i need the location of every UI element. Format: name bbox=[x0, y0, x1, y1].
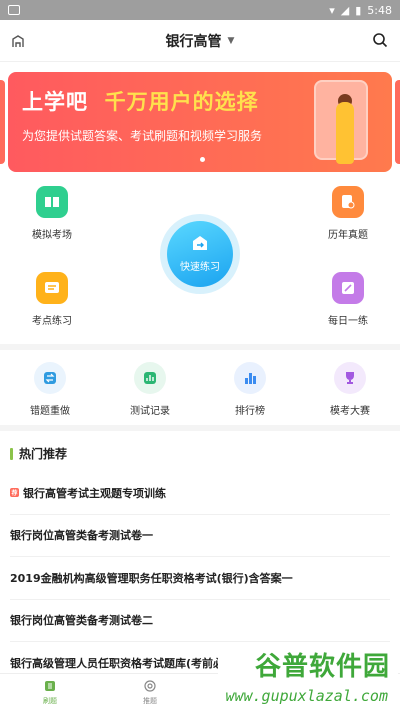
carousel-dot bbox=[200, 157, 205, 162]
watermark-url: www.gupuxlazal.com bbox=[225, 687, 388, 705]
signal-icon: ◢ bbox=[340, 3, 350, 17]
banner-next-edge bbox=[395, 80, 400, 164]
list-item-title: 银行岗位高管类备考测试卷二 bbox=[10, 614, 153, 628]
list-item-title: 银行岗位高管类备考测试卷一 bbox=[10, 529, 153, 543]
banner-prev-edge bbox=[0, 80, 5, 164]
banner-subtitle: 为您提供试题答案、考试刷题和视频学习服务 bbox=[22, 129, 263, 143]
hot-tag-icon: 荐 bbox=[10, 488, 19, 498]
list-icon bbox=[44, 680, 56, 694]
status-left bbox=[8, 5, 20, 15]
mock-exam-label: 模拟考场 bbox=[32, 230, 72, 241]
fast-practice-button[interactable]: 快速练习 bbox=[160, 214, 240, 294]
fast-practice-inner: 快速练习 bbox=[167, 221, 233, 287]
hot-section-title: 热门推荐 bbox=[19, 447, 68, 461]
book-icon bbox=[36, 186, 68, 218]
bar-ranking-icon bbox=[234, 362, 266, 394]
status-time: 5:48 bbox=[367, 3, 392, 17]
wrong-redo-label: 错题重做 bbox=[30, 406, 70, 417]
notification-icon bbox=[8, 5, 20, 15]
past-papers-label: 历年真题 bbox=[328, 230, 368, 241]
mock-contest-label: 模考大赛 bbox=[330, 406, 370, 417]
quick-entries: 模拟考场 历年真题 考点练习 每日一练 快速练习 bbox=[0, 184, 400, 344]
test-record-button[interactable]: 测试记录 bbox=[110, 362, 190, 417]
watermark-title: 谷普软件园 bbox=[254, 652, 390, 682]
tab-recommend[interactable]: 推题 bbox=[100, 674, 200, 711]
daily-practice-button[interactable]: 每日一练 bbox=[308, 272, 388, 327]
enter-icon bbox=[191, 235, 209, 254]
ranking-label: 排行榜 bbox=[235, 406, 265, 417]
target-icon bbox=[144, 679, 156, 694]
battery-icon: ▮ bbox=[355, 3, 362, 17]
list-item[interactable]: 2019金融机构高级管理职务任职资格考试(银行)含答案一 bbox=[10, 557, 390, 600]
topic-practice-label: 考点练习 bbox=[32, 316, 72, 327]
test-record-label: 测试记录 bbox=[130, 406, 170, 417]
section-accent-bar bbox=[10, 447, 13, 460]
tab-practice[interactable]: 刷题 bbox=[0, 674, 100, 711]
switch-exam-icon[interactable] bbox=[10, 33, 26, 53]
tab-practice-label: 刷题 bbox=[43, 696, 57, 705]
page-title: 银行高管 bbox=[165, 33, 222, 50]
hot-section-header: 热门推荐 bbox=[0, 431, 400, 472]
banner-carousel[interactable]: 上学吧 千万用户的选择 为您提供试题答案、考试刷题和视频学习服务 bbox=[0, 72, 400, 172]
mock-contest-button[interactable]: 模考大赛 bbox=[310, 362, 390, 417]
banner-slide[interactable]: 上学吧 千万用户的选择 为您提供试题答案、考试刷题和视频学习服务 bbox=[8, 72, 392, 172]
mock-exam-button[interactable]: 模拟考场 bbox=[12, 186, 92, 241]
search-icon[interactable] bbox=[372, 32, 388, 52]
banner-headline: 上学吧 千万用户的选择 bbox=[22, 90, 259, 114]
paper-clock-icon bbox=[332, 186, 364, 218]
past-papers-button[interactable]: 历年真题 bbox=[308, 186, 388, 241]
fast-practice-label: 快速练习 bbox=[180, 262, 220, 273]
topic-practice-button[interactable]: 考点练习 bbox=[12, 272, 92, 327]
status-bar: ▾ ◢ ▮ 5:48 bbox=[0, 0, 400, 20]
chart-icon bbox=[134, 362, 166, 394]
list-item-title: 银行高级管理人员任职资格考试题库(考前必做)5 bbox=[10, 656, 248, 670]
redo-icon bbox=[34, 362, 66, 394]
list-item[interactable]: 荐 银行高管考试主观题专项训练 bbox=[10, 472, 390, 515]
caret-down-icon: ▼ bbox=[227, 35, 235, 46]
ranking-button[interactable]: 排行榜 bbox=[210, 362, 290, 417]
person-illustration bbox=[336, 102, 354, 164]
status-right: ▾ ◢ ▮ 5:48 bbox=[329, 4, 392, 17]
edit-icon bbox=[332, 272, 364, 304]
exam-selector[interactable]: 银行高管 ▼ bbox=[166, 31, 235, 51]
trophy-icon bbox=[334, 362, 366, 394]
daily-practice-label: 每日一练 bbox=[328, 316, 368, 327]
list-item-title: 2019金融机构高级管理职务任职资格考试(银行)含答案一 bbox=[10, 571, 293, 585]
list-item[interactable]: 银行岗位高管类备考测试卷一 bbox=[10, 515, 390, 557]
wrong-redo-button[interactable]: 错题重做 bbox=[10, 362, 90, 417]
nav-bar: 银行高管 ▼ bbox=[0, 20, 400, 62]
watermark: 谷普软件园 www.gupuxlazal.com bbox=[218, 647, 398, 711]
tool-row: 错题重做 测试记录 排行榜 模考大赛 bbox=[0, 350, 400, 425]
tab-recommend-label: 推题 bbox=[143, 696, 157, 705]
chat-doc-icon bbox=[36, 272, 68, 304]
wifi-icon: ▾ bbox=[329, 3, 335, 17]
list-item[interactable]: 银行岗位高管类备考测试卷二 bbox=[10, 600, 390, 642]
list-item-title: 银行高管考试主观题专项训练 bbox=[23, 486, 166, 500]
